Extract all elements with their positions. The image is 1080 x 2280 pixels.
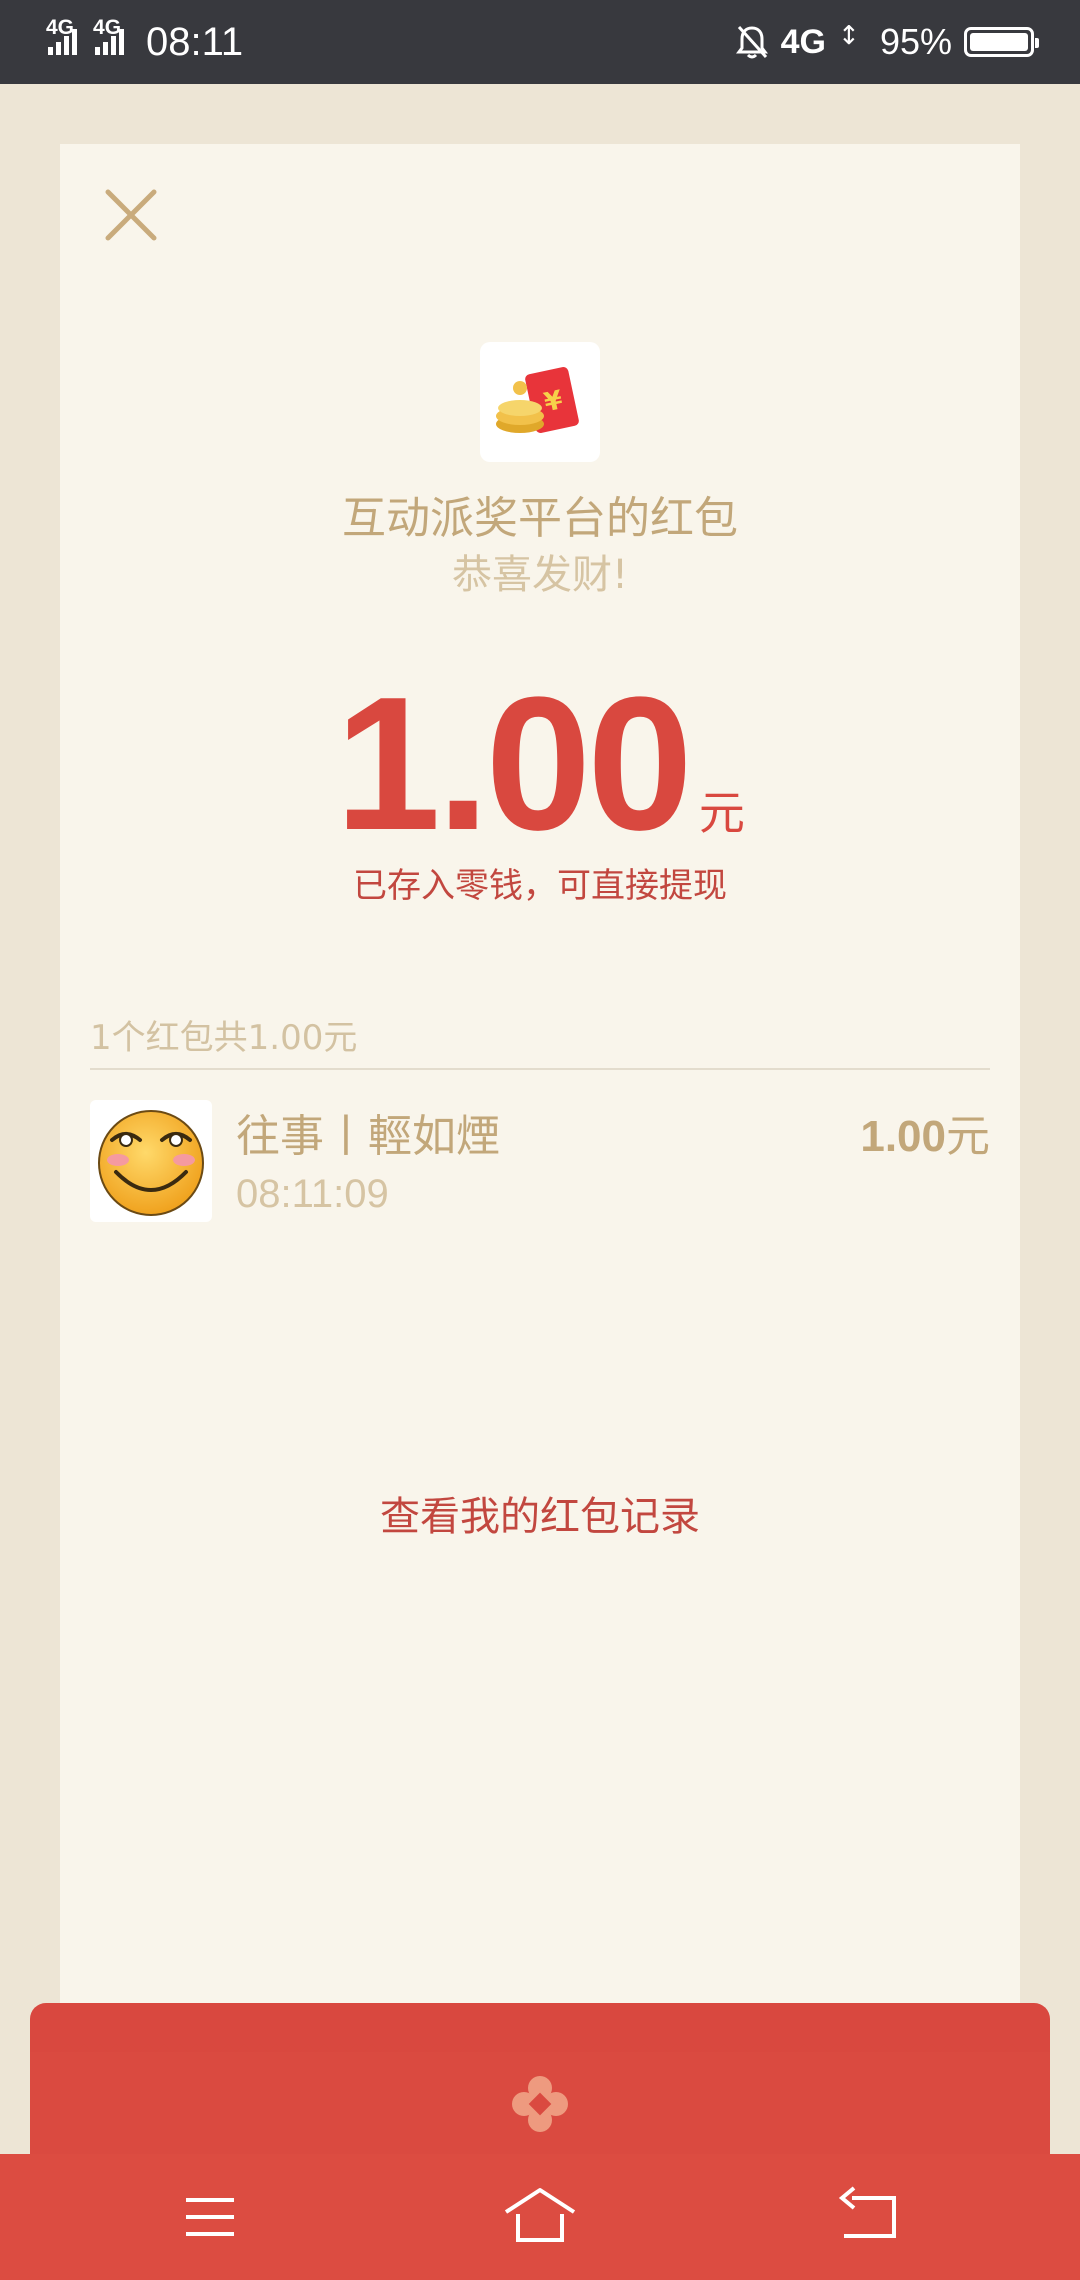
red-packet-card: ¥ 互动派奖平台的红包 恭喜发财! 1.00 元 已存入零钱，可直接提现 1个红包… xyxy=(60,144,1020,2064)
packet-summary: 1个红包共1.00元 xyxy=(90,1018,358,1058)
status-left: 4G 4G 08:11 xyxy=(46,0,243,84)
record-time: 08:11:09 xyxy=(236,1172,389,1216)
amount-value: 1.00 xyxy=(335,658,693,870)
flower-icon xyxy=(512,2076,568,2132)
list-item: 往事丨輕如煙 08:11:09 1.00元 xyxy=(90,1100,990,1224)
sim2-network-label: 4G xyxy=(93,16,122,39)
mute-bell-icon xyxy=(735,25,768,59)
status-bar: 4G 4G 08:11 4G ↕ 95% xyxy=(0,0,1080,84)
close-icon[interactable] xyxy=(102,186,160,244)
record-amount-value: 1.00 xyxy=(860,1112,946,1161)
amount-display: 1.00 元 xyxy=(60,664,1020,864)
smiley-face-avatar xyxy=(98,1110,204,1216)
status-right: 4G ↕ 95% xyxy=(735,0,1039,84)
svg-text:↕: ↕ xyxy=(838,22,860,51)
sender-title: 互动派奖平台的红包 xyxy=(342,493,738,544)
stored-note: 已存入零钱，可直接提现 xyxy=(353,866,727,906)
avatar xyxy=(90,1100,212,1222)
greeting-text: 恭喜发财! xyxy=(451,552,629,598)
sim1-network-label: 4G xyxy=(46,16,75,39)
record-sender-name: 往事丨輕如煙 xyxy=(236,1111,500,1162)
status-time: 08:11 xyxy=(146,19,244,64)
back-icon[interactable] xyxy=(830,2182,910,2252)
record-amount: 1.00元 xyxy=(860,1100,990,1164)
record-amount-unit: 元 xyxy=(946,1111,990,1162)
data-arrows-icon: ↕ xyxy=(838,22,860,51)
mobile-data-label: 4G xyxy=(780,22,826,61)
divider xyxy=(90,1068,990,1070)
sender-app-icon: ¥ xyxy=(480,342,600,462)
view-history-link[interactable]: 查看我的红包记录 xyxy=(60,1484,1020,1542)
battery-icon xyxy=(964,27,1039,57)
navigation-bar xyxy=(0,2154,1080,2280)
amount-unit: 元 xyxy=(698,786,745,840)
menu-icon[interactable] xyxy=(170,2182,250,2252)
battery-percent: 95% xyxy=(879,21,952,62)
red-packet-coins-icon: ¥ xyxy=(496,367,579,433)
home-icon[interactable] xyxy=(500,2182,580,2252)
